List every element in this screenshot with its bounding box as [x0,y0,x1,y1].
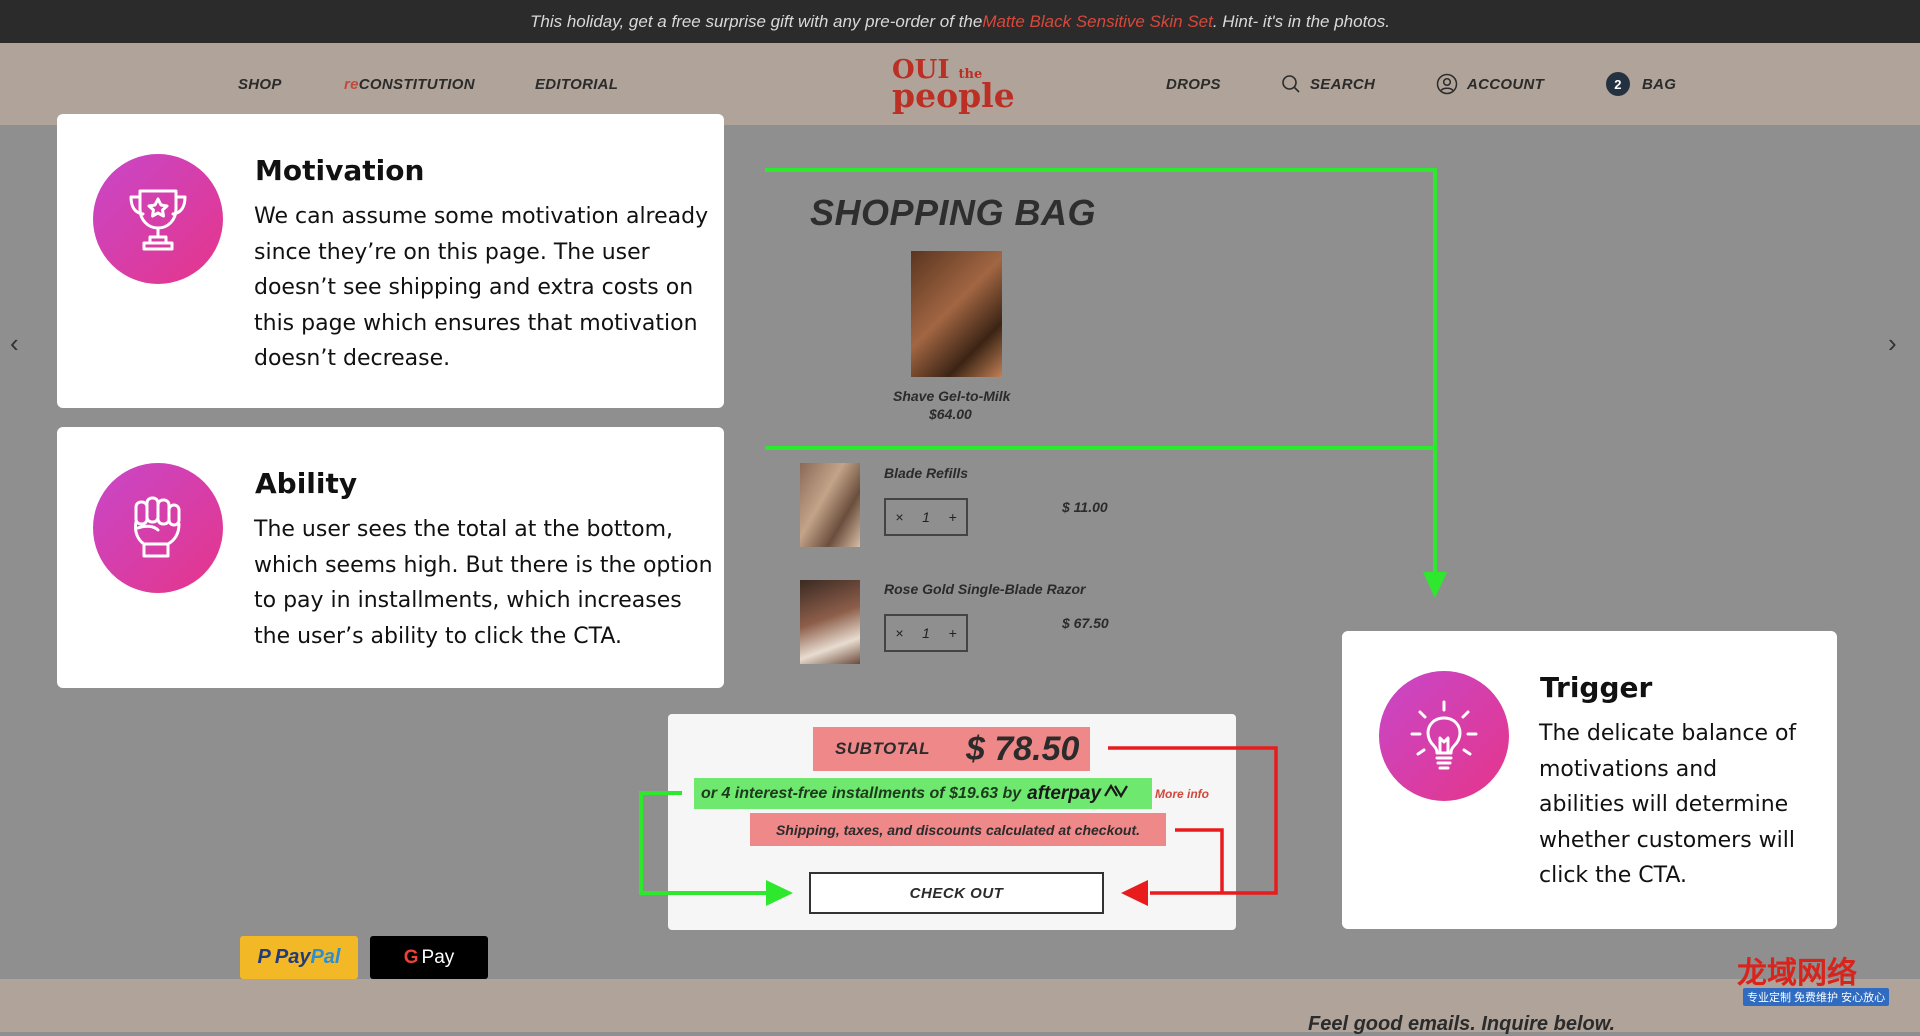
nav-reconstitution-label: CONSTITUTION [358,75,475,93]
nav-shop-label: SHOP [238,75,282,93]
announcement-hint: . Hint- it's in the photos. [1212,11,1390,31]
search-icon [1281,74,1301,94]
nav-re-prefix: re [344,75,359,93]
trigger-body: The delicate balance of motivations and … [1539,716,1796,894]
subtotal-amount: $ 78.50 [965,729,1080,768]
remove-button[interactable]: × [895,509,903,525]
paypal-pay: Pay [274,946,311,968]
trigger-title: Trigger [1540,671,1653,704]
announcement-bar: This holiday, get a free surprise gift w… [0,0,1920,43]
google-g-icon: G [403,946,419,968]
quantity-stepper: × 1 + [884,614,968,652]
trigger-line: The delicate balance of [1539,721,1797,746]
motivation-line: doesn’t see shipping and extra costs on [254,275,694,300]
watermark-subtitle: 专业定制 免费维护 安心放心 [1743,988,1890,1006]
ability-body: The user sees the total at the bottom, w… [254,512,713,654]
nav-drops-label: DROPS [1166,75,1221,93]
afterpay-arrows-icon [1103,783,1129,803]
chevron-right-icon[interactable]: › [1888,328,1897,359]
paypal-pal: Pal [310,946,341,968]
razor-image[interactable] [800,580,860,664]
lightbulb-icon [1379,671,1509,801]
chevron-left-icon[interactable]: ‹ [10,328,19,359]
remove-button[interactable]: × [895,625,903,641]
item-name[interactable]: Rose Gold Single-Blade Razor [884,581,1085,597]
afterpay-logo: afterpay [1027,782,1102,804]
nav-search[interactable]: SEARCH [1281,43,1375,125]
afterpay-installments: or 4 interest-free installments of $19.6… [694,778,1152,809]
ability-line: to pay in installments, which increases [254,588,682,613]
subtotal-row: SUBTOTAL $ 78.50 [813,727,1090,771]
increment-button[interactable]: + [949,625,957,641]
subtotal-label: SUBTOTAL [835,739,930,758]
nav-shop[interactable]: SHOP [238,43,282,125]
quantity-value[interactable]: 1 [922,509,930,525]
ability-line: which seems high. But there is the optio… [254,552,713,578]
quantity-value[interactable]: 1 [922,625,930,641]
motivation-line: We can assume some motivation already [254,204,709,229]
nav-drops[interactable]: DROPS [1166,43,1221,125]
featured-product-image[interactable] [911,251,1002,377]
nav-bag[interactable]: 2 BAG [1606,43,1676,125]
nav-editorial[interactable]: EDITORIAL [535,43,618,125]
motivation-title: Motivation [255,154,425,187]
fist-icon [93,463,223,593]
footer-newsletter-text: Feel good emails. Inquire below. [1308,1013,1616,1035]
trigger-line: motivations and [1539,756,1718,782]
account-icon [1436,73,1458,95]
footer-bar: Feel good emails. Inquire below. [0,979,1920,1035]
paypal-button[interactable]: P Pay Pal [240,936,358,979]
site-header: SHOP re CONSTITUTION EDITORIAL OUI the pe… [0,43,1920,125]
trigger-line: click the CTA. [1539,863,1687,888]
brand-logo[interactable]: OUI the people [892,57,1022,117]
google-pay-button[interactable]: G Pay [370,936,488,979]
paypal-p-icon: P [257,946,271,968]
trigger-line: whether customers will [1539,827,1795,853]
bag-count-badge: 2 [1606,72,1630,96]
nav-reconstitution[interactable]: re CONSTITUTION [344,43,475,125]
watermark: 龙域网络 专业定制 免费维护 安心放心 [1737,948,1907,1010]
featured-product-name[interactable]: Shave Gel-to-Milk [893,388,1010,404]
announcement-text: This holiday, get a free surprise gift w… [530,11,983,31]
ability-line: The user sees the total at the bottom, [254,517,674,542]
trigger-line: abilities will determine [1539,792,1789,817]
afterpay-text: or 4 interest-free installments of $19.6… [701,784,1022,802]
item-price: $ 11.00 [1062,499,1108,515]
motivation-card: Motivation We can assume some motivation… [57,114,724,408]
nav-account[interactable]: ACCOUNT [1436,43,1544,125]
ability-line: the user’s ability to click the CTA. [254,623,623,649]
shipping-note: Shipping, taxes, and discounts calculate… [750,813,1166,846]
motivation-line: since they’re on this page. The user [254,239,650,265]
quantity-stepper: × 1 + [884,498,968,536]
announcement-link[interactable]: Matte Black Sensitive Skin Set [982,12,1213,32]
blade-refills-image[interactable] [800,463,860,547]
item-price: $ 67.50 [1062,615,1109,631]
trigger-card: Trigger The delicate balance of motivati… [1342,631,1837,929]
nav-bag-label: BAG [1642,75,1677,93]
watermark-title: 龙域网络 [1737,956,1857,991]
checkout-button[interactable]: CHECK OUT [809,872,1104,914]
nav-editorial-label: EDITORIAL [535,75,619,93]
nav-account-label: ACCOUNT [1467,75,1545,93]
gpay-label: Pay [421,946,455,968]
logo-line2: people [892,76,1015,115]
motivation-line: doesn’t decrease. [254,346,451,371]
more-info-link[interactable]: More info [1155,787,1209,801]
featured-product-price: $64.00 [929,406,972,422]
nav-search-label: SEARCH [1310,75,1376,93]
trophy-icon [93,154,223,284]
increment-button[interactable]: + [949,509,957,525]
motivation-line: this page which ensures that motivation [254,310,698,336]
shopping-bag-title: SHOPPING BAG [810,192,1097,233]
motivation-body: We can assume some motivation already si… [254,199,708,377]
ability-title: Ability [255,467,358,500]
item-name[interactable]: Blade Refills [884,465,968,481]
ability-card: Ability The user sees the total at the b… [57,427,724,688]
